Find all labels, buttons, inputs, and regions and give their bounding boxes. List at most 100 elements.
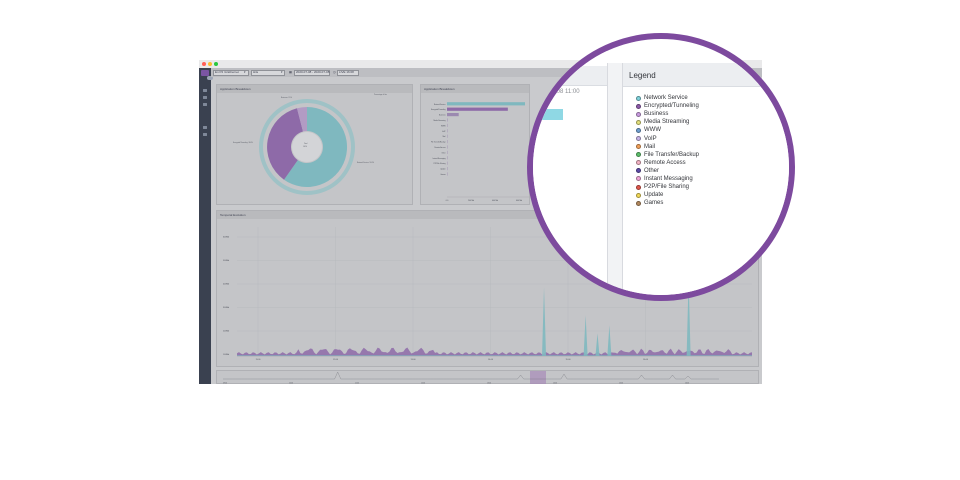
legend-item-label: Mail	[644, 143, 656, 150]
legend-item-label: WWW	[644, 127, 661, 134]
legend-header: Legend	[623, 63, 789, 87]
temporal-y-tick-label: 100Mb	[223, 354, 230, 356]
list-icon[interactable]	[203, 103, 207, 106]
bar-category-label: Media Streaming	[433, 119, 445, 122]
navigator-tick-label: 16:00	[685, 383, 689, 385]
bar-category-label: Network Service	[434, 103, 446, 106]
panel-divider	[607, 63, 608, 295]
bar-category-label: Mail	[443, 136, 447, 138]
bar-category-label: WWW	[441, 125, 446, 127]
legend-item-label: Media Streaming	[644, 119, 690, 126]
legend-item[interactable]: Update	[636, 191, 699, 199]
legend-swatch-icon	[636, 103, 641, 109]
bar-category-label: File Transfer/Backup	[431, 142, 446, 144]
clock-icon: ◷	[333, 70, 336, 74]
close-window-button[interactable]	[202, 62, 206, 66]
legend-swatch-icon	[636, 192, 641, 198]
temporal-y-tick-label: 500Mb	[223, 260, 230, 262]
temporal-x-tick-label: 11:00	[256, 359, 262, 361]
magnified-bar-panel: - 2020-07-08 11:00	[533, 39, 607, 295]
temporal-x-tick-label: 12:00	[333, 359, 339, 361]
legend-item[interactable]: P2P/File Sharing	[636, 183, 699, 191]
temporal-y-tick-label: 300Mb	[223, 307, 230, 309]
legend-swatch-icon	[636, 127, 641, 133]
chevron-down-icon: ▾	[244, 70, 246, 74]
temporal-y-tick-label: 200Mb	[223, 331, 230, 333]
legend-swatch-icon	[636, 111, 641, 117]
navigator-tick-label: 10:00	[289, 383, 293, 385]
legend-item[interactable]: Mail	[636, 143, 699, 151]
bar-category-label: Update	[440, 168, 445, 171]
navigator-tick-label: 13:00	[487, 383, 491, 385]
settings-icon[interactable]	[203, 126, 207, 129]
navigator-tick-label: 12:00	[421, 383, 425, 385]
live-button-label: LIVE 16:08	[339, 70, 354, 74]
navigator-chart[interactable]: 09:00 10:00 11:00 12:00 13:00 14:00 15:00 16:00	[217, 371, 760, 384]
interface-select-label: En P2 /A Ethernet	[215, 70, 239, 74]
legend-item-label: Instant Messaging	[644, 175, 693, 182]
legend-item[interactable]: Network Service	[636, 94, 699, 102]
legend-swatch-icon	[636, 144, 641, 150]
navigator-tick-label: 15:00	[619, 383, 623, 385]
dashboard-icon[interactable]	[203, 89, 207, 92]
minimize-window-button[interactable]	[208, 62, 212, 66]
sidebar	[199, 68, 213, 384]
temporal-x-tick-label: 14:00	[488, 359, 494, 361]
calendar-icon[interactable]: ▦	[289, 70, 292, 75]
bar-x-tick-label: 200 Mb	[468, 200, 474, 202]
legend-item-label: P2P/File Sharing	[644, 184, 690, 191]
navigator-tick-label: 11:00	[355, 383, 359, 385]
maximize-window-button[interactable]	[214, 62, 218, 66]
legend-swatch-icon	[636, 152, 641, 158]
bar-category-label: VoIP	[442, 131, 445, 133]
legend-swatch-icon	[636, 168, 641, 174]
legend-item-label: Network Service	[644, 95, 688, 102]
navigator-tick-label: 09:00	[223, 383, 227, 385]
donut-chart[interactable]	[217, 85, 414, 206]
legend-swatch-icon	[636, 160, 641, 166]
legend-item[interactable]: Other	[636, 167, 699, 175]
panel-gap	[607, 63, 622, 295]
temporal-series-encrypted	[237, 347, 752, 356]
temporal-x-tick-label: 16:00	[643, 359, 649, 361]
donut-label-top: Business: 3.5%	[281, 98, 292, 99]
chevron-down-icon: ▾	[281, 70, 283, 74]
legend-item-label: Business	[644, 111, 669, 118]
legend-item[interactable]: VoIP	[636, 134, 699, 142]
legend-item[interactable]: Remote Access	[636, 159, 699, 167]
bar-x-tick-label: 0.0	[446, 200, 449, 202]
legend-item[interactable]: Instant Messaging	[636, 175, 699, 183]
legend-item[interactable]: Business	[636, 110, 699, 118]
donut-center-value: 100%	[303, 147, 308, 148]
legend-item-label: File Transfer/Backup	[644, 151, 700, 158]
donut-center-label: Total	[304, 144, 308, 145]
bar-panel: Application Breakdown Network Service Enc…	[420, 84, 530, 205]
bar	[447, 102, 525, 106]
donut-label-left: Encrypted/Tunneling: 34.6%	[233, 143, 253, 144]
bar-category-label: Other	[442, 151, 446, 154]
screenshot-stage: En P2 /A Ethernet ▾ Hits ▾ ▦ 2020-07-08 …	[0, 0, 960, 480]
donut-label-right: Network Service: 53.6%	[357, 163, 375, 164]
time-navigator[interactable]: 09:00 10:00 11:00 12:00 13:00 14:00 15:00 16:00	[216, 370, 759, 384]
legend-item[interactable]: Media Streaming	[636, 118, 699, 126]
legend-item[interactable]: File Transfer/Backup	[636, 151, 699, 159]
bar-x-tick-label: 400 Mb	[492, 200, 498, 202]
legend-item-label: Update	[644, 192, 664, 199]
legend-item[interactable]: Encrypted/Tunneling	[636, 102, 699, 110]
legend-item-label: Other	[644, 167, 660, 174]
legend-swatch-icon	[636, 176, 641, 182]
legend-swatch-icon	[636, 200, 641, 206]
legend-item[interactable]: Games	[636, 199, 699, 207]
bar-category-label: P2P/File Sharing	[434, 163, 446, 165]
navigator-tick-label: 14:00	[553, 383, 557, 385]
legend-item[interactable]: WWW	[636, 126, 699, 134]
magnified-bar-network-service[interactable]	[533, 109, 563, 120]
user-icon[interactable]	[203, 133, 207, 136]
bar	[447, 107, 508, 111]
temporal-x-tick-label: 13:00	[410, 359, 416, 361]
legend-item-label: VoIP	[644, 135, 657, 142]
legend-swatch-icon	[636, 136, 641, 142]
legend-swatch-icon	[636, 95, 641, 101]
temporal-x-tick-label: 15:00	[565, 359, 571, 361]
chart-icon[interactable]	[203, 96, 207, 99]
